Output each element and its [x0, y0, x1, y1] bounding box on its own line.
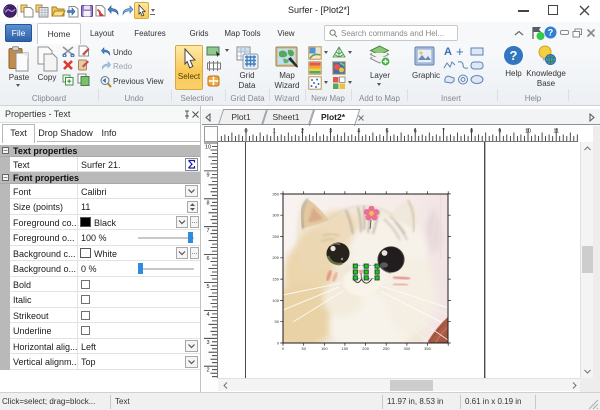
svg-text:7: 7	[442, 129, 445, 135]
svg-text:350: 350	[272, 191, 279, 196]
svg-text:2: 2	[206, 368, 209, 374]
svg-text:1: 1	[273, 129, 276, 135]
svg-text:9: 9	[498, 129, 501, 135]
svg-text:250: 250	[383, 346, 390, 351]
svg-text:250: 250	[272, 234, 279, 239]
svg-text:6: 6	[206, 256, 209, 262]
svg-text:50: 50	[275, 319, 280, 324]
svg-text:6: 6	[414, 129, 417, 135]
svg-text:300: 300	[404, 346, 411, 351]
svg-text:50: 50	[301, 346, 306, 351]
svg-text:100: 100	[321, 346, 328, 351]
svg-text:5: 5	[206, 284, 209, 290]
svg-text:3: 3	[329, 129, 332, 135]
svg-text:?: ?	[548, 28, 554, 38]
svg-text:11: 11	[553, 129, 559, 135]
svg-text:150: 150	[272, 277, 279, 282]
svg-text:0: 0	[282, 346, 285, 351]
svg-text:?: ?	[510, 48, 518, 63]
svg-text:2: 2	[301, 129, 304, 135]
svg-text:7: 7	[206, 228, 209, 234]
svg-text:4: 4	[206, 312, 209, 318]
svg-text:200: 200	[272, 255, 279, 260]
svg-text:5: 5	[385, 129, 388, 135]
svg-text:10: 10	[205, 145, 211, 151]
svg-text:350: 350	[424, 346, 431, 351]
svg-text:100: 100	[272, 298, 279, 303]
svg-text:4: 4	[357, 129, 360, 135]
svg-text:0: 0	[277, 340, 280, 345]
svg-text:10: 10	[525, 129, 531, 135]
svg-text:8: 8	[206, 200, 209, 206]
svg-text:0: 0	[244, 129, 247, 135]
svg-text:150: 150	[342, 346, 349, 351]
svg-text:3: 3	[206, 340, 209, 346]
svg-text:300: 300	[272, 213, 279, 218]
svg-text:8: 8	[470, 129, 473, 135]
svg-text:9: 9	[206, 172, 209, 178]
svg-text:200: 200	[362, 346, 369, 351]
